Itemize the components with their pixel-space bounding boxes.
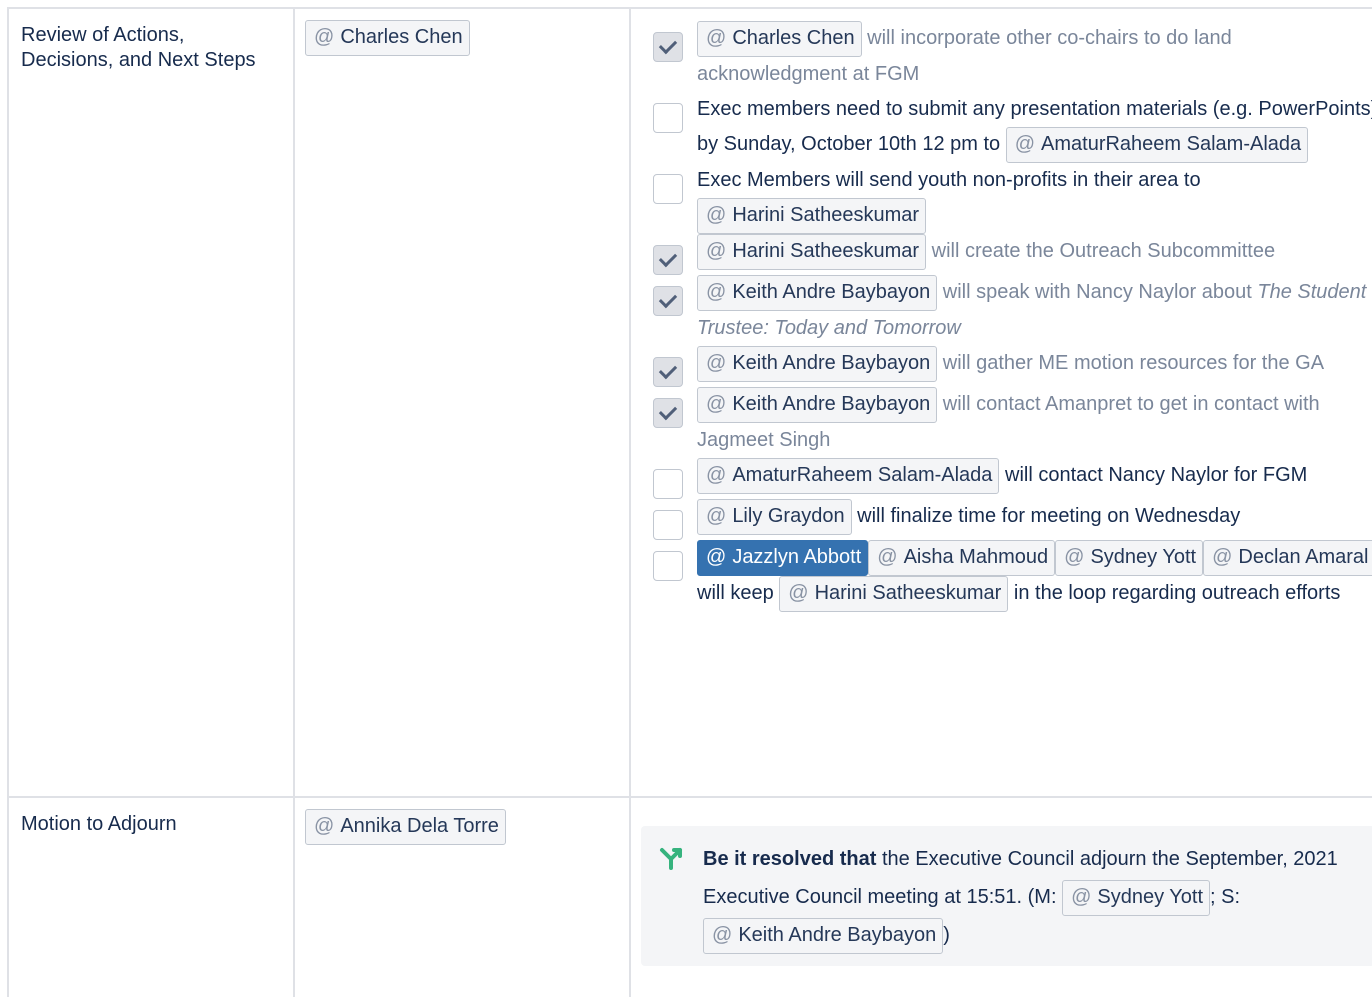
task-checkbox[interactable] <box>653 398 683 428</box>
task-item: @ Keith Andre Baybayon will speak with Na… <box>631 275 1372 346</box>
task-text: will keep <box>697 582 780 604</box>
item-title: Motion to Adjourn <box>21 813 177 835</box>
user-mention[interactable]: @ Charles Chen <box>697 21 862 57</box>
meeting-notes-table: Review of Actions, Decisions, and Next S… <box>7 7 1372 997</box>
task-checkbox[interactable] <box>653 286 683 316</box>
user-mention[interactable]: @ Keith Andre Baybayon <box>697 275 938 311</box>
user-mention[interactable]: @ AmaturRaheem Salam-Alada <box>697 458 1000 494</box>
table-row: Review of Actions, Decisions, and Next S… <box>7 7 1372 798</box>
user-mention[interactable]: @ AmaturRaheem Salam-Alada <box>1005 127 1309 163</box>
task-item: Exec members need to submit any presenta… <box>631 92 1372 163</box>
user-mention[interactable]: @ Harini Satheeskumar <box>779 576 1009 612</box>
task-body: Exec members need to submit any presenta… <box>697 92 1372 163</box>
owner-mention[interactable]: @ Annika Dela Torre <box>305 809 506 845</box>
task-checkbox[interactable] <box>653 32 683 62</box>
task-item: @ Keith Andre Baybayon will gather ME mot… <box>631 346 1372 387</box>
task-item: Exec Members will send youth non-profits… <box>631 163 1372 234</box>
decision-icon <box>660 848 682 870</box>
task-checkbox[interactable] <box>653 551 683 581</box>
task-item: @ Charles Chen will incorporate other co-… <box>631 21 1372 92</box>
task-checkbox[interactable] <box>653 245 683 275</box>
user-mention[interactable]: @ Aisha Mahmoud <box>868 540 1056 576</box>
owner-cell: @ Annika Dela Torre <box>293 796 631 997</box>
task-item: @ Harini Satheeskumar will create the Out… <box>631 234 1372 275</box>
task-item: @ Lily Graydon will finalize time for mee… <box>631 499 1372 540</box>
task-body: Exec Members will send youth non-profits… <box>697 163 1372 234</box>
task-checkbox[interactable] <box>653 510 683 540</box>
task-checkbox[interactable] <box>653 469 683 499</box>
notes-cell: Be it resolved that the Executive Counci… <box>629 796 1372 997</box>
task-checkbox[interactable] <box>653 174 683 204</box>
owner-cell: @ Charles Chen <box>293 7 631 798</box>
user-mention[interactable]: @ Jazzlyn Abbott <box>697 540 869 576</box>
seconder-mention[interactable]: @ Keith Andre Baybayon <box>703 918 944 954</box>
decision-text: Be it resolved that the Executive Counci… <box>703 840 1355 966</box>
task-body: @ Lily Graydon will finalize time for mee… <box>697 499 1372 540</box>
task-text: will gather ME motion resources for the … <box>937 352 1325 374</box>
task-body: @ Keith Andre Baybayon will gather ME mot… <box>697 346 1372 387</box>
task-text: will create the Outreach Subcommittee <box>926 240 1276 262</box>
item-cell: Motion to Adjourn <box>7 796 295 997</box>
user-mention[interactable]: @ Keith Andre Baybayon <box>697 387 938 423</box>
task-item: @ AmaturRaheem Salam-Alada will contact N… <box>631 458 1372 499</box>
task-body: @ Charles Chen will incorporate other co-… <box>697 21 1372 92</box>
task-item: @ Keith Andre Baybayon will contact Amanp… <box>631 387 1372 458</box>
task-text: in the loop regarding outreach efforts <box>1008 582 1341 604</box>
task-body: @ Keith Andre Baybayon will speak with Na… <box>697 275 1372 346</box>
user-mention[interactable]: @ Sydney Yott <box>1055 540 1204 576</box>
task-text: will speak with Nancy Naylor about <box>937 281 1258 303</box>
table-row: Motion to Adjourn @ Annika Dela Torre Be … <box>7 796 1372 997</box>
task-text: will contact Nancy Naylor for FGM <box>999 464 1308 486</box>
task-checkbox[interactable] <box>653 103 683 133</box>
task-text: Exec Members will send youth non-profits… <box>697 169 1201 191</box>
task-body: @ AmaturRaheem Salam-Alada will contact N… <box>697 458 1372 499</box>
task-body: @ Keith Andre Baybayon will contact Amanp… <box>697 387 1372 458</box>
task-text: will finalize time for meeting on Wednes… <box>851 505 1241 527</box>
mover-mention[interactable]: @ Sydney Yott <box>1062 880 1211 916</box>
task-checkbox[interactable] <box>653 357 683 387</box>
item-cell: Review of Actions, Decisions, and Next S… <box>7 7 295 798</box>
user-mention[interactable]: @ Declan Amaral <box>1203 540 1372 576</box>
task-body: @ Jazzlyn Abbott @ Aisha Mahmoud @ Sydney Yot… <box>697 540 1372 612</box>
task-body: @ Harini Satheeskumar will create the Out… <box>697 234 1372 275</box>
user-mention[interactable]: @ Lily Graydon <box>697 499 852 535</box>
user-mention[interactable]: @ Harini Satheeskumar <box>697 234 927 270</box>
item-title: Review of Actions, Decisions, and Next S… <box>21 24 256 71</box>
decision-panel: Be it resolved that the Executive Counci… <box>641 826 1372 966</box>
user-mention[interactable]: @ Keith Andre Baybayon <box>697 346 938 382</box>
task-list: @ Charles Chen will incorporate other co-… <box>631 9 1372 612</box>
user-mention[interactable]: @ Harini Satheeskumar <box>697 198 927 234</box>
task-item: @ Jazzlyn Abbott @ Aisha Mahmoud @ Sydney Yot… <box>631 540 1372 612</box>
notes-cell: @ Charles Chen will incorporate other co-… <box>629 7 1372 798</box>
owner-mention[interactable]: @ Charles Chen <box>305 20 470 56</box>
